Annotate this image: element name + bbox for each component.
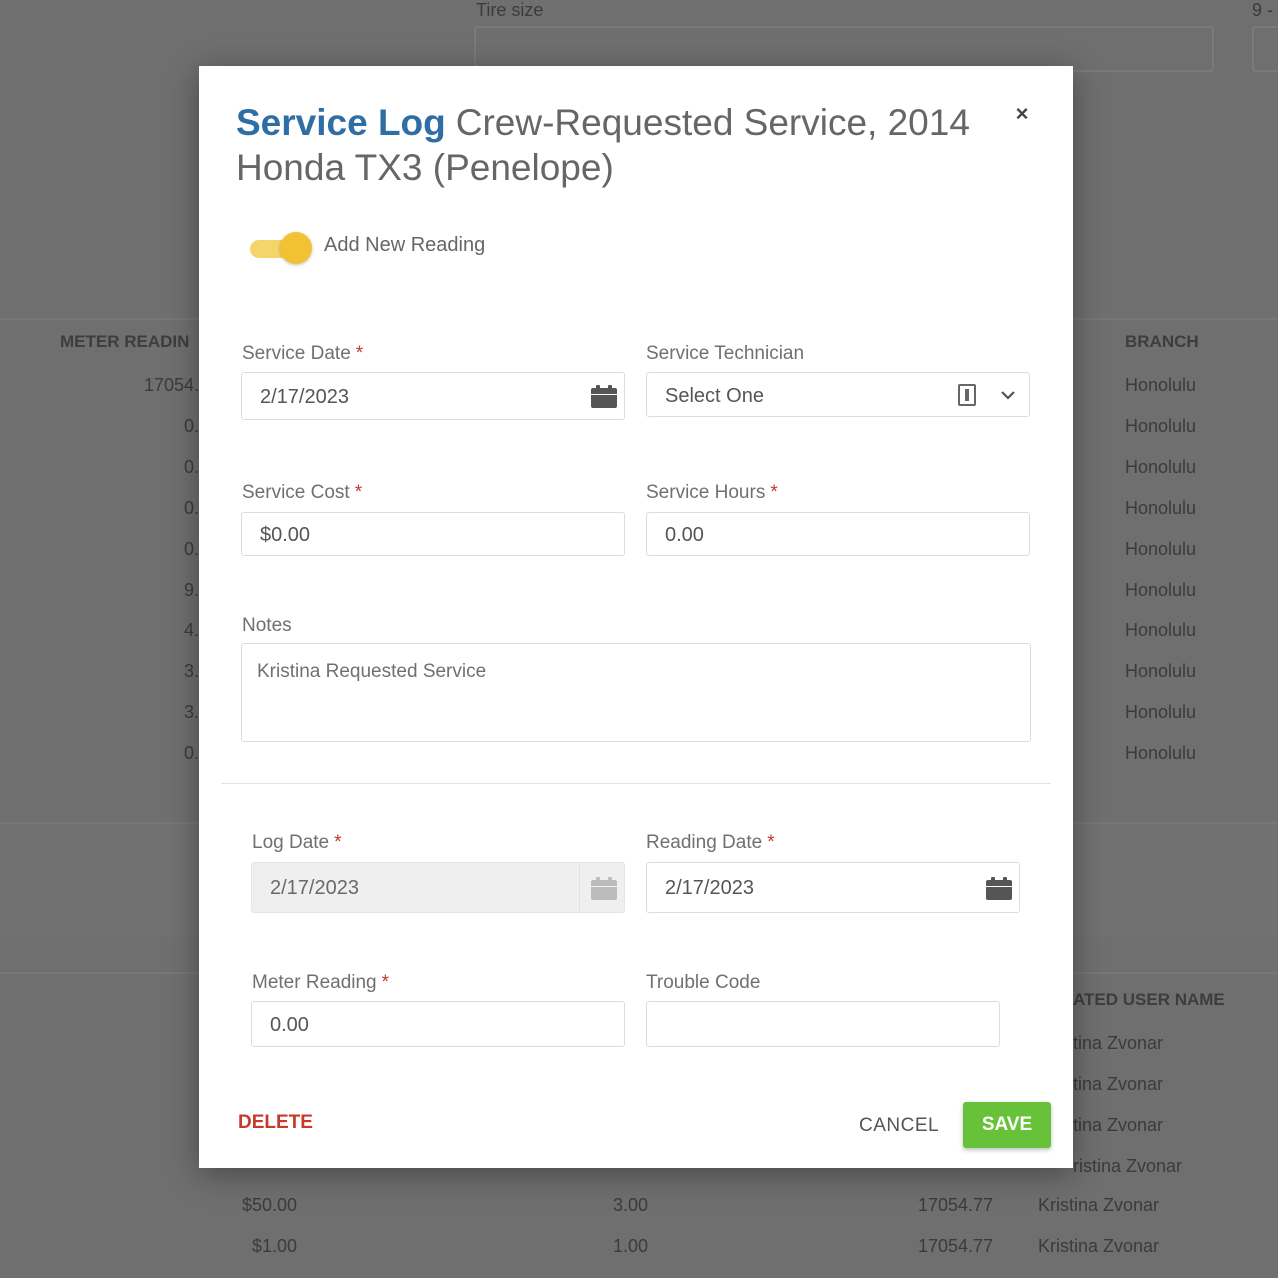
add-new-reading-toggle[interactable]	[250, 232, 312, 264]
table-cell: Honolulu	[1125, 743, 1197, 764]
service-hours-value: 0.00	[665, 524, 704, 546]
tire-size-label: Tire size	[476, 0, 544, 20]
table-cell: tina Zvonar	[1073, 1073, 1164, 1094]
table-cell: Honolulu	[1125, 579, 1197, 600]
service-technician-value: Select One	[665, 385, 764, 407]
add-new-reading-label: Add New Reading	[324, 234, 486, 256]
reading-date-value: 2/17/2023	[665, 877, 754, 899]
table-cell: Honolulu	[1125, 456, 1197, 477]
tire-size-suffix: 9 -	[1252, 0, 1274, 20]
table-cell: 9.	[183, 579, 199, 600]
table-cell: $1.00	[252, 1236, 298, 1256]
table-cell: 0.	[183, 538, 199, 559]
calendar-icon[interactable]	[591, 385, 617, 409]
reading-date-field[interactable]: 2/17/2023	[646, 862, 1020, 913]
table-cell: tina Zvonar	[1073, 1033, 1164, 1053]
table-cell: $50.00	[242, 1195, 298, 1215]
delete-button[interactable]: DELETE	[238, 1112, 313, 1134]
section-divider	[221, 783, 1051, 784]
service-date-field[interactable]: 2/17/2023	[241, 372, 625, 420]
table-cell: 3.	[183, 661, 199, 682]
table-cell: 0.	[183, 743, 199, 764]
table-cell: Honolulu	[1125, 375, 1197, 395]
table-cell: Honolulu	[1125, 538, 1197, 559]
meter-reading-value: 0.00	[270, 1014, 309, 1036]
meter-reading-label: Meter Reading *	[252, 972, 390, 993]
table-cell: ristina Zvonar	[1073, 1155, 1183, 1176]
table-cell: 0.	[183, 497, 199, 518]
table-cell: 17054.	[143, 375, 199, 395]
table-cell: Kristina Zvonar	[1038, 1195, 1160, 1215]
trouble-code-input[interactable]	[646, 1001, 1000, 1047]
table-cell: Honolulu	[1125, 415, 1197, 436]
save-button[interactable]: SAVE	[963, 1102, 1051, 1148]
log-date-value: 2/17/2023	[270, 877, 359, 899]
tire-size-input-2	[1252, 26, 1278, 72]
modal-title-brand: Service Log	[236, 102, 446, 143]
log-date-label: Log Date *	[252, 832, 342, 853]
table-cell: Honolulu	[1125, 497, 1197, 518]
close-icon[interactable]: ×	[1014, 103, 1030, 125]
contact-card-icon	[958, 384, 976, 406]
table-cell: 3.00	[613, 1195, 649, 1215]
service-log-modal: Service Log Crew-Requested Service, 2014 …	[199, 66, 1073, 1168]
service-date-label: Service Date *	[242, 343, 364, 364]
service-technician-select[interactable]: Select One	[646, 372, 1030, 417]
service-hours-label: Service Hours *	[646, 482, 778, 503]
notes-textarea[interactable]: Kristina Requested Service	[241, 643, 1031, 742]
service-hours-input[interactable]: 0.00	[646, 512, 1030, 556]
table-cell: tina Zvonar	[1073, 1114, 1164, 1135]
updated-user-header: ATED USER NAME	[1073, 990, 1225, 1009]
service-cost-label: Service Cost *	[242, 482, 363, 503]
table-cell: Kristina Zvonar	[1038, 1236, 1160, 1256]
log-date-field: 2/17/2023	[251, 862, 625, 913]
cancel-button[interactable]: CANCEL	[859, 1115, 939, 1137]
service-technician-label: Service Technician	[646, 343, 805, 364]
calendar-icon[interactable]	[986, 877, 1012, 901]
chevron-down-icon[interactable]	[997, 384, 1019, 406]
calendar-icon	[591, 877, 617, 901]
trouble-code-label: Trouble Code	[646, 972, 761, 993]
meter-reading-input[interactable]: 0.00	[251, 1001, 625, 1047]
table-cell: 1.00	[613, 1236, 649, 1256]
table-cell: 0.	[183, 456, 199, 477]
table-cell: 17054.77	[918, 1236, 994, 1256]
table-cell: Honolulu	[1125, 661, 1197, 682]
notes-label: Notes	[242, 615, 292, 636]
toggle-knob	[280, 232, 312, 264]
table-cell: 17054.77	[918, 1195, 994, 1215]
service-cost-input[interactable]: $0.00	[241, 512, 625, 556]
table-cell: Honolulu	[1125, 702, 1197, 723]
table-cell: 3.	[183, 702, 199, 723]
modal-title: Service Log Crew-Requested Service, 2014 …	[236, 100, 996, 190]
service-cost-value: $0.00	[260, 524, 311, 546]
table-cell: 0.	[183, 415, 199, 436]
notes-value: Kristina Requested Service	[257, 661, 487, 682]
meter-reading-header: METER READIN	[60, 332, 190, 351]
service-date-value: 2/17/2023	[260, 386, 349, 408]
branch-header: BRANCH	[1125, 332, 1199, 351]
table-cell: Honolulu	[1125, 620, 1197, 641]
reading-date-label: Reading Date *	[646, 832, 775, 853]
table-cell: 4.	[183, 620, 199, 641]
